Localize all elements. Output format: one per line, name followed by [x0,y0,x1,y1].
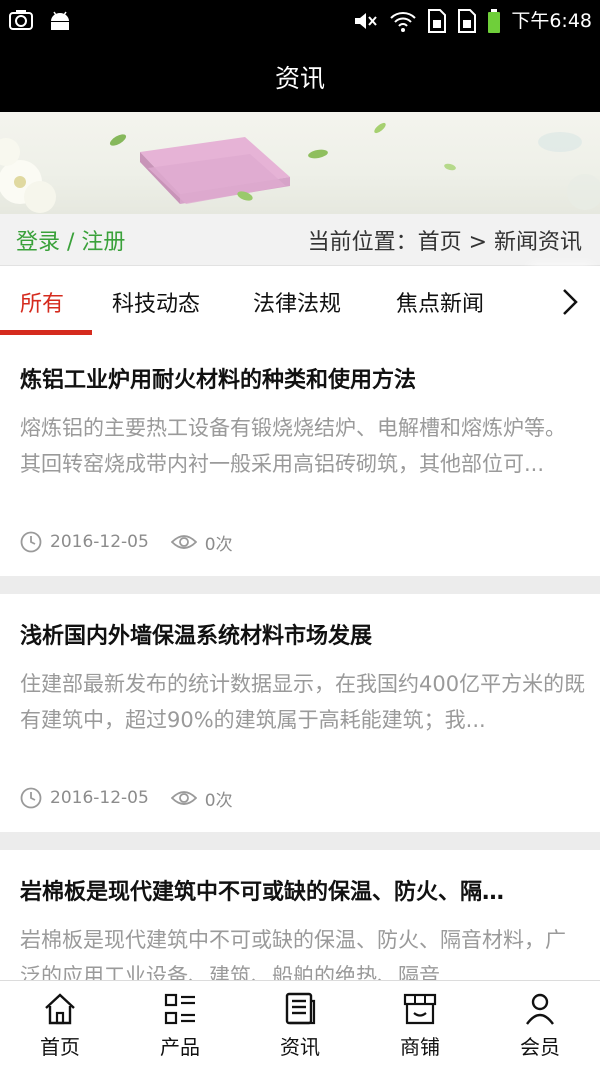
nav-home-label: 首页 [40,1035,80,1059]
article-card[interactable]: 岩棉板是现代建筑中不可或缺的保温、防火、隔… 岩棉板是现代建筑中不可或缺的保温、… [0,850,600,980]
tab-laws[interactable]: 法律法规 [253,286,341,318]
active-tab-indicator [0,330,92,335]
home-icon [45,993,75,1025]
nav-shop[interactable]: 商铺 [360,981,480,1067]
sim2-icon [458,9,477,33]
nav-member[interactable]: 会员 [480,981,600,1067]
clock-icon [20,787,42,809]
android-icon [51,11,69,30]
eye-icon [170,791,197,805]
category-tabs: 所有 科技动态 法律法规 焦点新闻 [0,266,600,336]
wifi-icon [390,12,417,32]
chevron-right-icon [563,289,578,315]
status-time: 下午6:48 [511,10,592,32]
login-breadcrumb-row: 登录 / 注册 当前位置：首页 > 新闻资讯 [0,214,600,266]
article-title[interactable]: 浅析国内外墙保温系统材料市场发展 [20,618,580,650]
nav-shop-label: 商铺 [400,1035,440,1059]
clock-icon [20,531,42,553]
article-card[interactable]: 浅析国内外墙保温系统材料市场发展 住建部最新发布的统计数据显示，在我国约400亿… [0,594,600,832]
sim1-icon [428,9,447,33]
article-views: 0次 [204,790,233,811]
article-views: 0次 [204,534,233,555]
nav-news-label: 资讯 [280,1035,320,1059]
page-title: 资讯 [274,64,325,93]
tab-all[interactable]: 所有 [20,286,64,318]
battery-icon [488,9,501,33]
article-summary: 岩棉板是现代建筑中不可或缺的保温、防火、隔音材料，广泛的应用工业设备、建筑、船舶… [20,928,566,980]
article-date: 2016-12-05 [50,788,149,808]
nav-member-label: 会员 [520,1035,560,1059]
grid-list-icon [164,993,195,1025]
nav-news[interactable]: 资讯 [240,981,360,1067]
article-date: 2016-12-05 [50,532,149,552]
camera-icon [9,10,33,30]
user-icon [526,993,554,1025]
article-card[interactable]: 炼铝工业炉用耐火材料的种类和使用方法 熔炼铝的主要热工设备有锻烧烧结炉、电解槽和… [0,338,600,576]
nav-products[interactable]: 产品 [120,981,240,1067]
eye-icon [170,535,197,549]
shop-icon [403,993,437,1025]
nav-products-label: 产品 [160,1035,200,1059]
article-summary: 住建部最新发布的统计数据显示，在我国约400亿平方米的既有建筑中，超过90%的建… [20,672,586,732]
tab-focus-news[interactable]: 焦点新闻 [396,286,484,318]
status-bar: 下午6:48 [0,0,600,42]
tabs-next-button[interactable] [538,266,600,336]
article-list: 炼铝工业炉用耐火材料的种类和使用方法 熔炼铝的主要热工设备有锻烧烧结炉、电解槽和… [0,338,600,980]
article-title[interactable]: 岩棉板是现代建筑中不可或缺的保温、防火、隔… [20,874,580,906]
article-title[interactable]: 炼铝工业炉用耐火材料的种类和使用方法 [20,362,580,394]
bottom-nav: 首页 产品 资讯 商铺 会员 [0,980,600,1067]
article-meta: 2016-12-05 0次 [20,528,233,556]
breadcrumb: 当前位置：首页 > 新闻资讯 [307,230,582,255]
article-summary: 熔炼铝的主要热工设备有锻烧烧结炉、电解槽和熔炼炉等。其回转窑烧成带内衬一般采用高… [20,416,566,476]
news-icon [285,992,316,1025]
article-meta: 2016-12-05 0次 [20,784,233,812]
title-bar: 资讯 [0,42,600,112]
mute-icon [355,13,378,29]
nav-home[interactable]: 首页 [0,981,120,1067]
tab-tech-news[interactable]: 科技动态 [112,286,200,318]
login-register-link[interactable]: 登录 / 注册 [16,224,125,256]
banner-image [0,112,600,214]
